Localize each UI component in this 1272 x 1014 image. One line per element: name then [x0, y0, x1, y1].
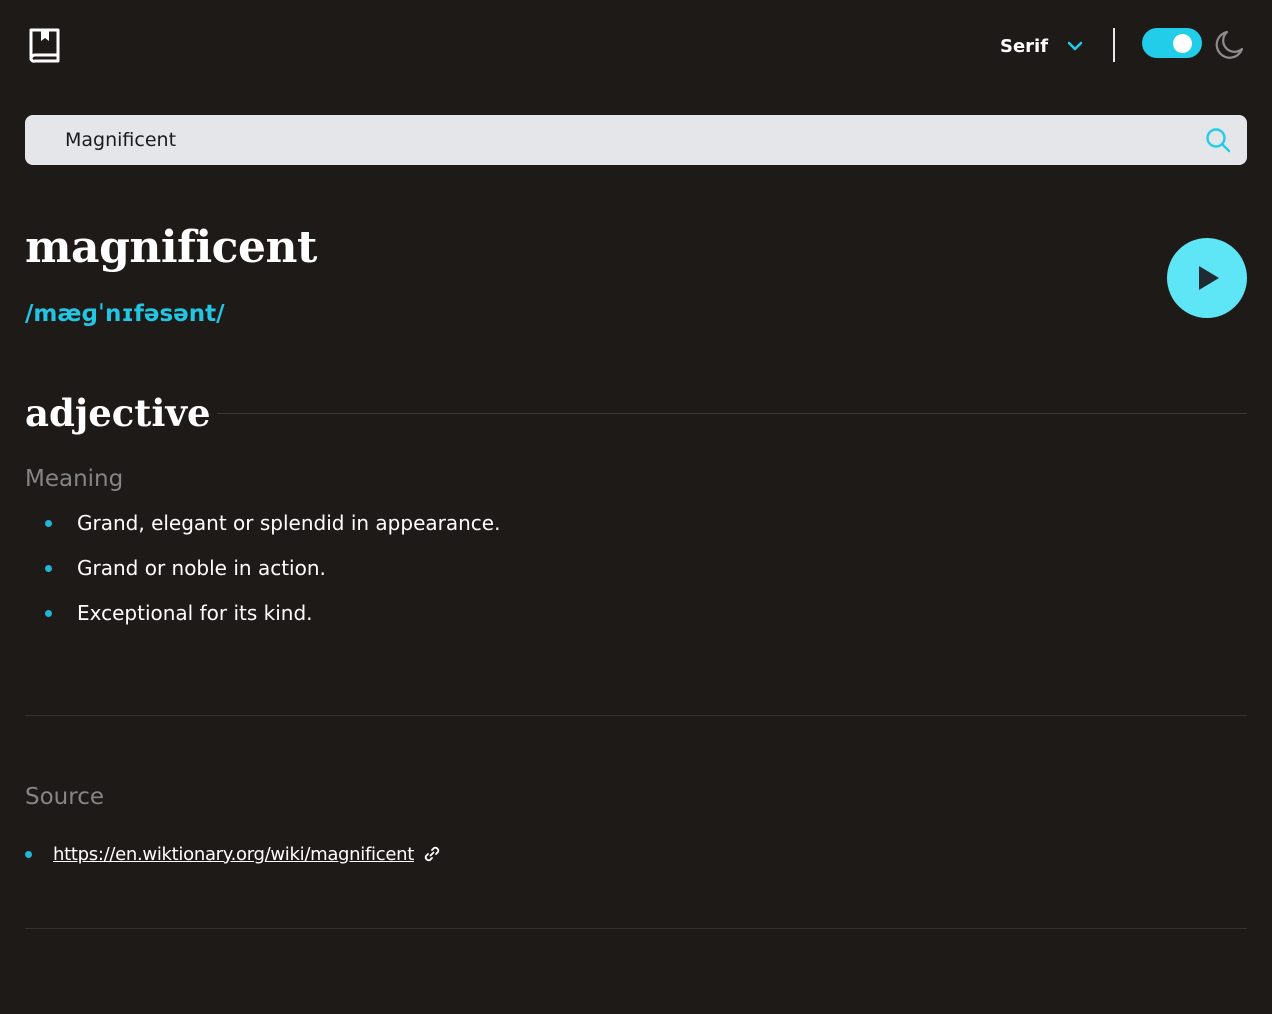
word-title: magnificent — [25, 222, 317, 273]
bullet-icon — [25, 850, 32, 858]
definition-text: Exceptional for its kind. — [77, 601, 313, 625]
section-divider — [25, 715, 1247, 716]
chevron-down-icon — [1067, 41, 1083, 51]
header-divider — [1113, 28, 1115, 62]
book-icon[interactable] — [27, 27, 63, 63]
search-bar — [25, 115, 1247, 165]
meaning-label: Meaning — [25, 466, 124, 492]
play-icon — [1199, 266, 1219, 290]
font-select-value: Serif — [1000, 35, 1049, 57]
part-of-speech-divider — [217, 413, 1247, 414]
toggle-knob — [1173, 34, 1192, 53]
bullet-icon — [45, 610, 52, 617]
moon-icon — [1215, 30, 1244, 59]
footer-divider — [25, 928, 1247, 929]
external-link-icon[interactable] — [422, 844, 442, 864]
bullet-icon — [45, 520, 52, 527]
definition-text: Grand, elegant or splendid in appearance… — [77, 511, 501, 535]
search-input[interactable] — [65, 115, 1185, 165]
source-link[interactable]: https://en.wiktionary.org/wiki/magnifice… — [53, 844, 414, 865]
definition-text: Grand or noble in action. — [77, 556, 326, 580]
definition-list: Grand, elegant or splendid in appearance… — [25, 503, 500, 638]
bullet-icon — [45, 565, 52, 572]
part-of-speech: adjective — [25, 391, 211, 435]
part-of-speech-row: adjective — [25, 385, 1247, 441]
header: Serif — [0, 0, 1272, 90]
source-item: https://en.wiktionary.org/wiki/magnifice… — [25, 838, 442, 870]
theme-toggle[interactable] — [1142, 28, 1202, 58]
definition-item: Grand or noble in action. — [25, 548, 500, 593]
definition-item: Exceptional for its kind. — [25, 593, 500, 638]
source-label: Source — [25, 784, 104, 810]
phonetic: /mæɡˈnɪfəsənt/ — [25, 301, 225, 327]
definition-item: Grand, elegant or splendid in appearance… — [25, 503, 500, 548]
font-select[interactable]: Serif — [1000, 33, 1084, 59]
search-icon[interactable] — [1205, 127, 1231, 153]
play-audio-button[interactable] — [1167, 238, 1247, 318]
